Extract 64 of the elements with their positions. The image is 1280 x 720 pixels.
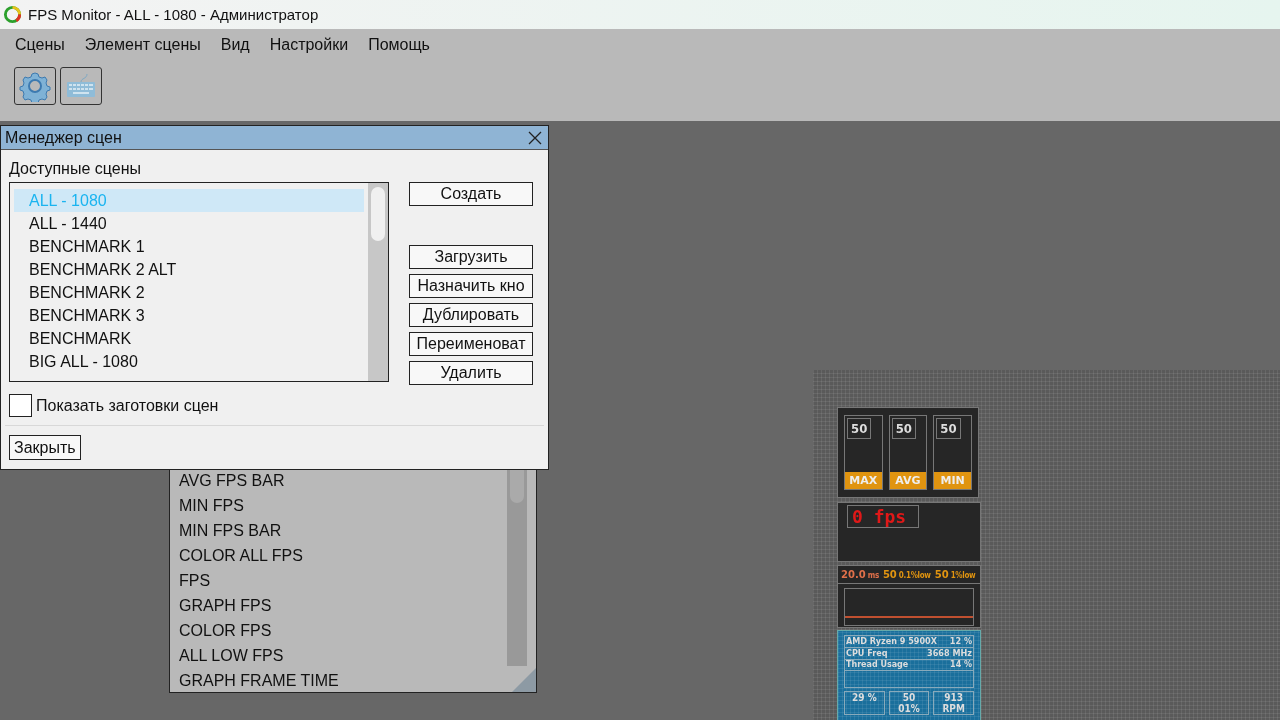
stat-text: 50 — [902, 692, 916, 703]
dialog-button[interactable]: Создать — [409, 182, 533, 206]
frametime-value: 50 — [934, 569, 949, 580]
menu-item[interactable]: Элемент сцены — [84, 36, 201, 54]
unit-label: ms — [867, 571, 879, 580]
menu-item[interactable]: Помощь — [368, 36, 430, 54]
freq-value: 3668 MHz — [927, 648, 972, 659]
dialog-button[interactable]: Переименоват — [409, 332, 533, 356]
menu-item[interactable]: Настройки — [269, 36, 349, 54]
scene-item[interactable]: ALL - 1440 — [14, 212, 364, 235]
list-item[interactable]: MIN FPS — [179, 493, 244, 518]
list-item[interactable]: FPS — [179, 568, 211, 593]
list-item[interactable]: COLOR ALL FPS — [179, 543, 303, 568]
scene-item[interactable]: BIG ALL - 1080 — [14, 350, 364, 373]
close-button[interactable]: Закрыть — [9, 435, 81, 460]
stat-text: 01% — [898, 703, 920, 714]
list-item[interactable]: ALL LOW FPS — [179, 643, 284, 668]
fps-value: 50 — [847, 418, 872, 439]
bar-label: MAX — [845, 472, 882, 489]
scene-item[interactable]: BENCHMARK 2 — [14, 281, 364, 304]
dialog-button[interactable]: Назначить кно — [409, 274, 533, 298]
menu-item[interactable]: Сцены — [15, 36, 65, 54]
thread-label: Thread Usage — [846, 660, 909, 670]
checkbox-label[interactable]: Показать заготовки сцен — [36, 396, 219, 415]
fps-value: 50 — [936, 418, 961, 439]
stat-text: 29 % — [852, 692, 877, 703]
window-title: FPS Monitor - ALL - 1080 - Администратор — [28, 6, 319, 23]
list-item[interactable]: COLOR FPS — [179, 618, 272, 643]
unit-label: 0.1%low — [898, 571, 931, 580]
unit-label: 1%low — [950, 571, 976, 580]
toolbar-button[interactable] — [14, 67, 56, 105]
cpu-name: AMD Ryzen 9 5900X — [846, 636, 937, 647]
menu-item[interactable]: Вид — [220, 36, 250, 54]
scene-item[interactable]: BENCHMARK 1 — [14, 235, 364, 258]
toolbar-button[interactable] — [60, 67, 102, 105]
scene-item[interactable]: BENCHMARK — [14, 327, 364, 350]
stat-text: RPM — [942, 703, 965, 714]
fps-value: 50 — [891, 418, 916, 439]
scene-item[interactable]: BENCHMARK 2 ALT — [14, 258, 364, 281]
dialog-title: Менеджер сцен — [5, 128, 122, 147]
list-item[interactable]: GRAPH FRAME TIME — [179, 668, 339, 692]
dialog-button[interactable]: Дублировать — [409, 303, 533, 327]
gear-icon — [19, 70, 51, 102]
bar-label: AVG — [889, 472, 927, 489]
scrollbar[interactable] — [368, 183, 388, 381]
fps-counter: 0 fps — [847, 505, 920, 528]
app-logo-icon — [3, 5, 22, 24]
bar-label: MIN — [934, 472, 971, 489]
close-icon[interactable] — [528, 130, 542, 145]
stat-text: 913 — [944, 692, 964, 703]
list-item[interactable]: GRAPH FPS — [179, 593, 272, 618]
freq-label: CPU Freq — [846, 648, 888, 659]
thread-value: 14 % — [950, 660, 972, 670]
scene-item[interactable]: BENCHMARK 3 — [14, 304, 364, 327]
dialog-button[interactable]: Удалить — [409, 361, 533, 385]
frametime-value: 50 — [882, 569, 897, 580]
checkbox[interactable] — [9, 394, 32, 417]
frametime-value: 20.0 — [841, 569, 866, 580]
list-item[interactable]: AVG FPS BAR — [179, 468, 285, 493]
cpu-load: 12 % — [949, 636, 972, 647]
list-label: Доступные сцены — [9, 160, 142, 178]
dialog-button[interactable]: Загрузить — [409, 245, 533, 269]
list-item[interactable]: MIN FPS BAR — [179, 518, 282, 543]
resize-grip-icon[interactable] — [512, 668, 536, 692]
